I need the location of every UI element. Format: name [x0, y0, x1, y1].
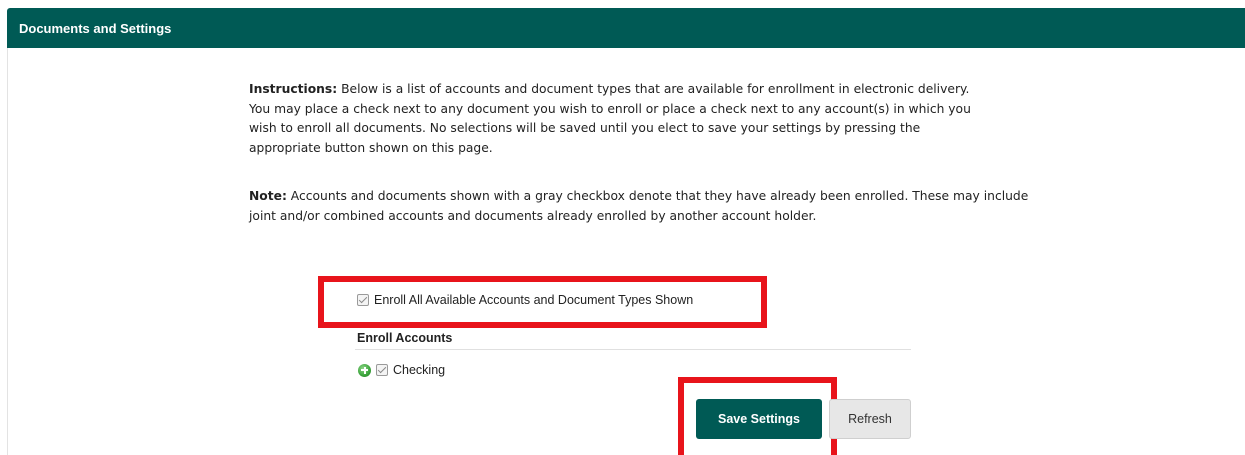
account-row-checking: Checking	[358, 363, 445, 377]
checking-checkbox[interactable]	[376, 364, 388, 376]
enroll-all-option[interactable]: Enroll All Available Accounts and Docume…	[357, 293, 693, 307]
panel-left-border	[7, 48, 8, 455]
plus-circle-icon[interactable]	[358, 363, 371, 377]
instructions-label: Instructions:	[249, 82, 338, 96]
enroll-all-label: Enroll All Available Accounts and Docume…	[374, 293, 694, 307]
refresh-button[interactable]: Refresh	[829, 399, 911, 439]
account-label-checking: Checking	[393, 363, 446, 377]
instructions-body: Below is a list of accounts and document…	[249, 82, 971, 155]
enroll-all-checkbox[interactable]	[357, 294, 369, 306]
note-text: Note: Accounts and documents shown with …	[249, 187, 1029, 226]
enroll-accounts-heading: Enroll Accounts	[357, 331, 453, 345]
instructions-text: Instructions: Below is a list of account…	[249, 80, 989, 158]
section-divider	[355, 349, 911, 350]
documents-settings-page: Documents and Settings Instructions: Bel…	[0, 0, 1245, 455]
note-body: Accounts and documents shown with a gray…	[249, 189, 1029, 223]
note-label: Note:	[249, 189, 287, 203]
panel-title: Documents and Settings	[19, 21, 172, 36]
panel-header: Documents and Settings	[7, 8, 1245, 48]
save-settings-button[interactable]: Save Settings	[696, 399, 822, 439]
